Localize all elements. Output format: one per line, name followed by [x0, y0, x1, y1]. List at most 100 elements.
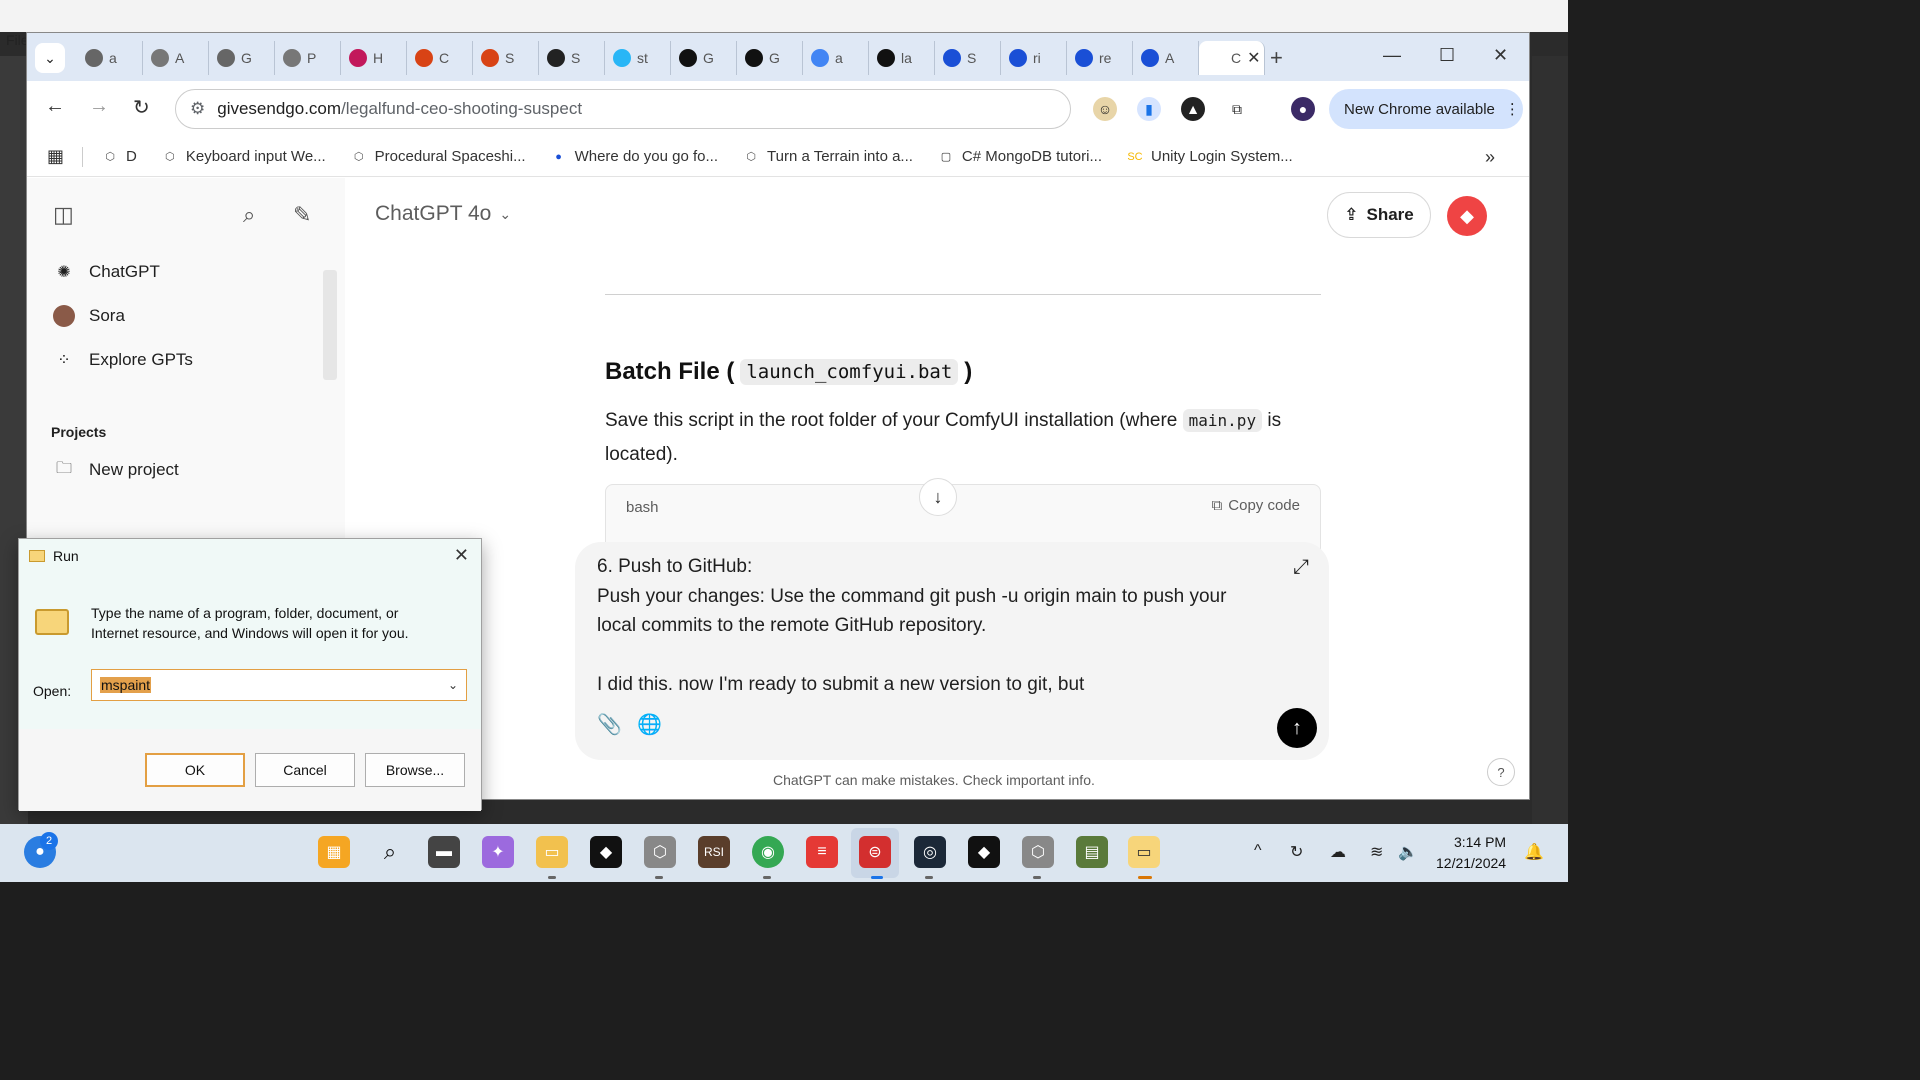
browser-tab[interactable]: A — [143, 41, 209, 75]
search-icon[interactable]: ⌕ — [243, 202, 255, 228]
extension-icon[interactable]: ▮ — [1137, 97, 1161, 121]
address-bar[interactable]: ⚙ givesendgo.com/legalfund-ceo-shooting-… — [175, 89, 1071, 129]
browser-tab[interactable]: C ✕ — [1199, 41, 1265, 75]
sidebar-item-explore-gpts[interactable]: ⁘ Explore GPTs — [53, 342, 193, 378]
sc-icon: SC — [1127, 150, 1143, 163]
browser-tab[interactable]: a — [803, 41, 869, 75]
help-button[interactable]: ? — [1487, 758, 1515, 786]
sidebar-item-label: Sora — [89, 306, 125, 325]
start-icon[interactable]: ▦ — [318, 836, 350, 868]
copy-code-button[interactable]: ⧉ Copy code — [1212, 497, 1300, 514]
reddit-icon — [1075, 49, 1093, 67]
bookmark-item[interactable]: ● Where do you go fo... — [550, 148, 718, 166]
close-icon[interactable]: ✕ — [454, 545, 469, 566]
cloud-icon[interactable]: ☁ — [1330, 842, 1346, 862]
bell-icon[interactable]: 🔔 — [1524, 842, 1544, 862]
bookmark-item[interactable]: ⬡ D — [101, 148, 137, 166]
composer-text[interactable]: 6. Push to GitHub: Push your changes: Use… — [597, 552, 1257, 700]
close-tab-icon[interactable]: ✕ — [1247, 48, 1260, 68]
bookmark-item[interactable]: ⬡ Keyboard input We... — [161, 148, 326, 166]
chevron-down-icon[interactable]: ⌄ — [448, 678, 458, 692]
run-titlebar[interactable]: Run — [19, 539, 481, 573]
send-button[interactable]: ↑ — [1277, 708, 1317, 748]
wifi-icon[interactable]: ≋ — [1370, 842, 1383, 862]
bookmark-list: ⬡ D ⬡ Keyboard input We... ⬡ Procedural Space… — [101, 148, 1293, 166]
unity-icon[interactable]: ◆ — [968, 836, 1000, 868]
user-avatar[interactable]: ◆ — [1447, 196, 1487, 236]
steam-icon[interactable]: ◎ — [914, 836, 946, 868]
task-view-icon[interactable]: ▬ — [428, 836, 460, 868]
profile-avatar[interactable]: ● — [1291, 97, 1315, 121]
search-icon[interactable]: ⌕ — [374, 836, 406, 868]
browser-tab[interactable]: st — [605, 41, 671, 75]
volume-icon[interactable]: 🔈 — [1398, 842, 1418, 862]
sidebar-scrollbar[interactable] — [323, 270, 337, 380]
sidebar-item-sora[interactable]: Sora — [53, 298, 125, 334]
copilot-icon[interactable]: ✦ — [482, 836, 514, 868]
new-chat-icon[interactable]: ✎ — [293, 202, 311, 228]
tab-search-button[interactable]: ⌄ — [35, 43, 65, 73]
app-icon[interactable]: ≡ — [806, 836, 838, 868]
sidebar-item-chatgpt[interactable]: ✺ ChatGPT — [53, 254, 160, 290]
browser-tab[interactable]: S — [473, 41, 539, 75]
site-info-icon[interactable]: ⚙ — [190, 99, 205, 119]
browser-tab[interactable]: H — [341, 41, 407, 75]
unity-icon[interactable]: ◆ — [590, 836, 622, 868]
bookmark-item[interactable]: ▢ C# MongoDB tutori... — [937, 148, 1102, 166]
rsi-launcher-icon[interactable]: RSI — [698, 836, 730, 868]
cancel-button[interactable]: Cancel — [255, 753, 355, 787]
browser-tab[interactable]: G — [737, 41, 803, 75]
more-bookmarks-icon[interactable]: » — [1485, 147, 1495, 168]
browser-tab[interactable]: re — [1067, 41, 1133, 75]
scroll-down-button[interactable]: ↓ — [919, 478, 957, 516]
extension-icon[interactable]: ☺ — [1093, 97, 1117, 121]
browser-tab[interactable]: P — [275, 41, 341, 75]
bookmark-item[interactable]: SC Unity Login System... — [1126, 148, 1292, 166]
bookmark-item[interactable]: ⬡ Procedural Spaceshi... — [350, 148, 526, 166]
bookmark-item[interactable]: ⬡ Turn a Terrain into a... — [742, 148, 913, 166]
chevron-up-icon[interactable]: ^ — [1254, 842, 1262, 860]
expand-icon[interactable]: ⤢ — [1293, 556, 1309, 579]
ok-button[interactable]: OK — [145, 753, 245, 787]
browser-tab[interactable]: C — [407, 41, 473, 75]
clock[interactable]: 3:14 PM 12/21/2024 — [1436, 832, 1506, 874]
unity-hub-icon[interactable]: ⬡ — [1022, 836, 1054, 868]
browser-tab[interactable]: S — [539, 41, 605, 75]
new-project-button[interactable]: 🗀 New project — [53, 452, 179, 488]
maximize-button[interactable]: ☐ — [1439, 45, 1455, 66]
run-taskbar-icon[interactable]: ▭ — [1128, 836, 1160, 868]
sidebar-toggle-icon[interactable]: ◫ — [53, 202, 74, 228]
apps-grid-icon[interactable]: ▦ — [47, 146, 64, 167]
open-combobox[interactable]: mspaint ⌄ — [91, 669, 467, 701]
browser-tab[interactable]: G — [671, 41, 737, 75]
reload-button[interactable]: ↻ — [133, 95, 150, 120]
chrome-icon[interactable]: ◉ — [752, 836, 784, 868]
file-explorer-icon[interactable]: ▭ — [536, 836, 568, 868]
minimize-button[interactable]: — — [1383, 45, 1401, 66]
browser-tab[interactable]: G — [209, 41, 275, 75]
browser-tab[interactable]: S — [935, 41, 1001, 75]
message-composer[interactable]: 6. Push to GitHub: Push your changes: Use… — [575, 542, 1329, 760]
unity-hub-icon[interactable]: ⬡ — [644, 836, 676, 868]
browser-tab[interactable]: A — [1133, 41, 1199, 75]
open-input-value[interactable]: mspaint — [100, 677, 152, 693]
browser-tab[interactable]: la — [869, 41, 935, 75]
browse-button[interactable]: Browse... — [365, 753, 465, 787]
app-icon[interactable]: ⊜ — [859, 836, 891, 868]
close-window-button[interactable]: ✕ — [1493, 45, 1508, 66]
attach-icon[interactable]: 📎 — [597, 712, 622, 737]
browser-tab[interactable]: ri — [1001, 41, 1067, 75]
new-tab-button[interactable]: + — [1270, 45, 1283, 71]
sync-icon[interactable]: ↻ — [1290, 842, 1303, 862]
extension-icon[interactable]: ▲ — [1181, 97, 1205, 121]
run-title: Run — [53, 548, 79, 564]
browser-tab[interactable]: a — [77, 41, 143, 75]
forward-button[interactable]: → — [89, 95, 109, 118]
back-button[interactable]: ← — [45, 95, 65, 118]
paint-icon[interactable]: ▤ — [1076, 836, 1108, 868]
model-selector[interactable]: ChatGPT 4o ⌄ — [375, 202, 511, 226]
new-chrome-button[interactable]: New Chrome available ⋮ — [1329, 89, 1523, 129]
globe-search-icon[interactable]: 🌐 — [637, 712, 662, 737]
puzzle-icon[interactable]: ⧉ — [1225, 97, 1249, 121]
share-button[interactable]: ⇪ Share — [1327, 192, 1431, 238]
